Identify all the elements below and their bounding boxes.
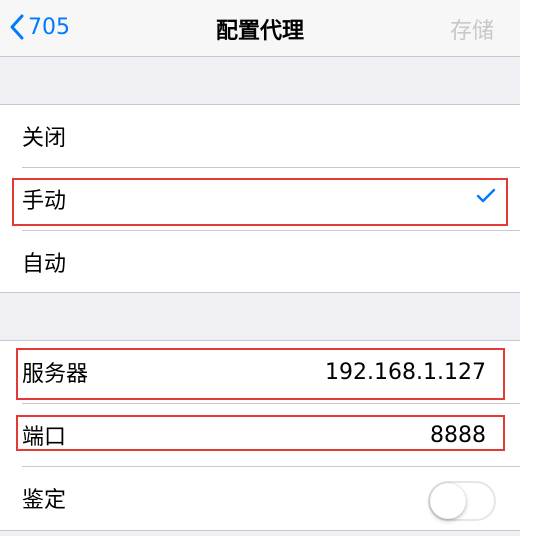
proxy-mode-group: 关闭 手动 自动 xyxy=(0,104,520,293)
page-title: 配置代理 xyxy=(215,19,304,44)
proxy-mode-off[interactable]: 关闭 xyxy=(0,105,520,167)
proxy-settings-screen: 705 配置代理 存储 关闭 手动 自动 服务器 192.168.1.127 端… xyxy=(0,0,520,536)
port-label: 端口 xyxy=(22,425,67,450)
screen-edge xyxy=(520,0,533,536)
server-label: 服务器 xyxy=(22,362,89,387)
port-row[interactable]: 端口 8888 xyxy=(0,404,520,466)
proxy-mode-label: 关闭 xyxy=(22,126,67,151)
authentication-row: 鉴定 xyxy=(0,467,520,529)
checkmark-icon xyxy=(476,188,496,208)
server-field[interactable]: 192.168.1.127 xyxy=(325,360,486,385)
proxy-mode-auto[interactable]: 自动 xyxy=(0,231,520,293)
authentication-toggle[interactable] xyxy=(428,481,496,521)
proxy-mode-manual[interactable]: 手动 xyxy=(0,168,520,230)
navigation-bar: 705 配置代理 存储 xyxy=(0,0,520,57)
proxy-mode-label: 自动 xyxy=(22,252,67,277)
port-field[interactable]: 8888 xyxy=(430,423,486,448)
manual-proxy-group: 服务器 192.168.1.127 端口 8888 鉴定 xyxy=(0,340,520,531)
save-button[interactable]: 存储 xyxy=(450,13,494,45)
proxy-mode-label: 手动 xyxy=(22,189,67,214)
authentication-label: 鉴定 xyxy=(22,488,67,513)
server-row[interactable]: 服务器 192.168.1.127 xyxy=(0,341,520,403)
toggle-knob xyxy=(430,483,466,519)
